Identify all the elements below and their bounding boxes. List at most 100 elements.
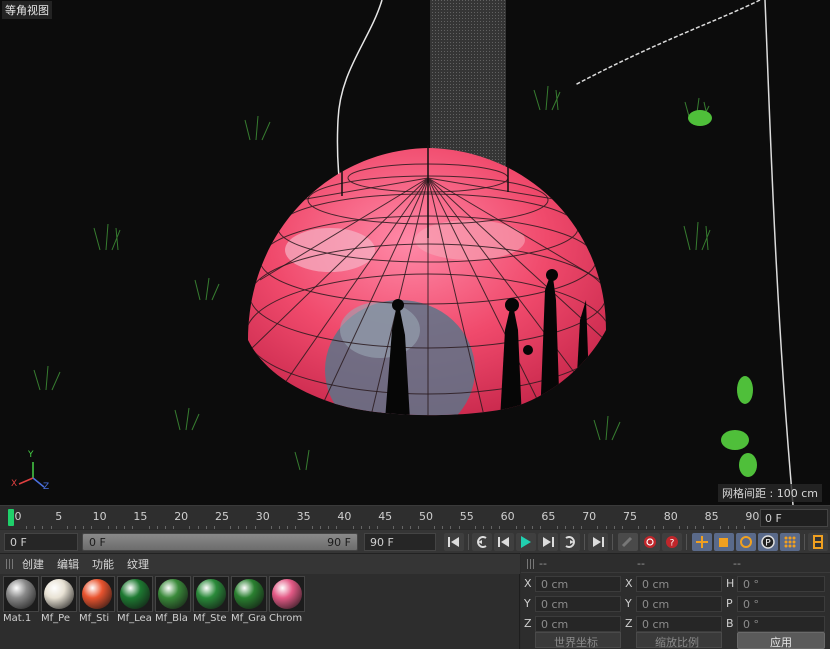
preview-range-slider[interactable]: 0 F 90 F — [82, 533, 358, 551]
material-item[interactable]: Mf_Ste — [193, 576, 230, 624]
prev-key-button[interactable] — [472, 533, 492, 551]
rot-b-field[interactable]: 0 ° — [737, 616, 825, 632]
move-tool-button[interactable] — [692, 533, 712, 551]
material-item[interactable]: Mf_Sti — [79, 576, 116, 624]
material-item[interactable]: Mf_Bla — [155, 576, 192, 624]
go-to-start-button[interactable] — [444, 533, 464, 551]
coord-mode-value: 世界坐标 — [554, 636, 598, 649]
pos-x-field[interactable]: 0 cm — [535, 576, 621, 592]
material-sphere-icon — [196, 579, 226, 609]
go-to-end-button[interactable] — [588, 533, 608, 551]
material-sphere-icon — [44, 579, 74, 609]
rot-p-field[interactable]: 0 ° — [737, 596, 825, 612]
size-y-field[interactable]: 0 cm — [636, 596, 722, 612]
timeline-tick-label: 90 — [745, 510, 760, 523]
grid-spacing-readout: 网格间距 : 100 cm — [718, 484, 822, 502]
pos-y-value: 0 cm — [541, 598, 569, 611]
panel-grip-icon[interactable] — [6, 559, 14, 569]
3d-viewport[interactable]: 等角视图 Y X Z 网格间距 : 100 cm — [0, 0, 830, 505]
material-label: Chrom — [269, 613, 303, 624]
play-icon — [521, 536, 531, 548]
pos-z-field[interactable]: 0 cm — [535, 616, 621, 632]
go-to-start-icon — [448, 537, 459, 547]
menu-function[interactable]: 功能 — [92, 556, 114, 572]
size-y-value: 0 cm — [642, 598, 670, 611]
material-thumbnail[interactable] — [3, 576, 39, 612]
menu-texture[interactable]: 纹理 — [127, 556, 149, 572]
material-item[interactable]: Mf_Gra — [231, 576, 268, 624]
material-thumbnail[interactable] — [79, 576, 115, 612]
timeline-tick-label: 10 — [92, 510, 107, 523]
axis-label-z: Z — [43, 482, 50, 492]
key-icon — [621, 536, 633, 548]
material-sphere-icon — [82, 579, 112, 609]
timeline-ruler[interactable]: 0 5 10 15 20 25 30 35 40 45 50 55 60 65 70 75 80 85 90 0 F — [0, 505, 830, 530]
rot-h-field[interactable]: 0 ° — [737, 576, 825, 592]
end-frame-field[interactable]: 90 F — [364, 533, 436, 551]
viewport-scene — [18, 0, 794, 505]
autokey-button[interactable]: ? — [662, 533, 682, 551]
material-thumbnail[interactable] — [231, 576, 267, 612]
size-z-value: 0 cm — [642, 618, 670, 631]
step-back-button[interactable] — [494, 533, 514, 551]
end-frame-value: 90 F — [370, 536, 394, 549]
step-forward-button[interactable] — [538, 533, 558, 551]
play-button[interactable] — [516, 533, 536, 551]
menu-edit[interactable]: 编辑 — [57, 556, 79, 572]
material-thumbnail[interactable] — [117, 576, 153, 612]
material-sphere-icon — [6, 579, 36, 609]
autokey-icon: ? — [666, 536, 678, 549]
material-thumbnail[interactable] — [155, 576, 191, 612]
panel-grip-icon[interactable] — [527, 559, 535, 569]
step-forward-icon — [543, 537, 554, 547]
material-item[interactable]: Mat.1 — [3, 576, 40, 624]
apply-button[interactable]: 应用 — [737, 632, 825, 649]
timeline-tick-label: 80 — [663, 510, 678, 523]
size-x-field[interactable]: 0 cm — [636, 576, 722, 592]
go-to-end-icon — [593, 537, 604, 547]
next-key-button[interactable] — [560, 533, 580, 551]
spline-right-vertical — [764, 0, 794, 505]
timeline-tick-label: 40 — [337, 510, 352, 523]
scale-tool-button[interactable] — [714, 533, 734, 551]
axis-label-x: X — [11, 479, 18, 489]
parameter-button[interactable]: P — [758, 533, 778, 551]
timeline-tick-label: 75 — [623, 510, 637, 523]
timeline-window-button[interactable] — [808, 533, 828, 551]
material-thumbnail[interactable] — [193, 576, 229, 612]
keyframe-selection-button[interactable] — [618, 533, 638, 551]
timeline-tick-label: 5 — [55, 510, 63, 523]
viewport-title[interactable]: 等角视图 — [2, 1, 52, 19]
start-frame-field[interactable]: 0 F — [4, 533, 78, 551]
rotate-tool-button[interactable] — [736, 533, 756, 551]
playhead[interactable] — [8, 509, 14, 526]
pos-y-label: Y — [524, 597, 531, 610]
point-level-button[interactable] — [780, 533, 800, 551]
scale-mode-value: 缩放比例 — [655, 636, 699, 649]
range-start-value: 0 F — [89, 536, 106, 549]
material-label: Mat.1 — [3, 613, 32, 624]
step-back-key-icon — [477, 536, 487, 548]
pos-x-value: 0 cm — [541, 578, 569, 591]
frame-ruler[interactable]: 0 5 10 15 20 25 30 35 40 45 50 55 60 65 70 75 80 85 90 — [6, 506, 759, 530]
material-item[interactable]: Chrom — [269, 576, 306, 624]
axis-gizmo — [18, 462, 45, 488]
rot-b-value: 0 ° — [743, 618, 759, 631]
scale-mode-dropdown[interactable]: 缩放比例 — [636, 632, 722, 649]
current-frame-box[interactable]: 0 F — [760, 509, 828, 527]
size-header: -- — [637, 557, 645, 570]
size-z-label: Z — [625, 617, 633, 630]
record-button[interactable] — [640, 533, 660, 551]
menu-create[interactable]: 创建 — [22, 556, 44, 572]
material-thumbnail[interactable] — [41, 576, 77, 612]
material-item[interactable]: Mf_Pe — [41, 576, 78, 624]
material-thumbnail[interactable] — [269, 576, 305, 612]
material-item[interactable]: Mf_Lea — [117, 576, 154, 624]
pos-y-field[interactable]: 0 cm — [535, 596, 621, 612]
rot-h-value: 0 ° — [743, 578, 759, 591]
svg-text:?: ? — [670, 539, 675, 549]
spline-right — [574, 0, 761, 86]
size-z-field[interactable]: 0 cm — [636, 616, 722, 632]
coord-mode-dropdown[interactable]: 世界坐标 — [535, 632, 621, 649]
timeline-tick-label: 50 — [419, 510, 433, 523]
